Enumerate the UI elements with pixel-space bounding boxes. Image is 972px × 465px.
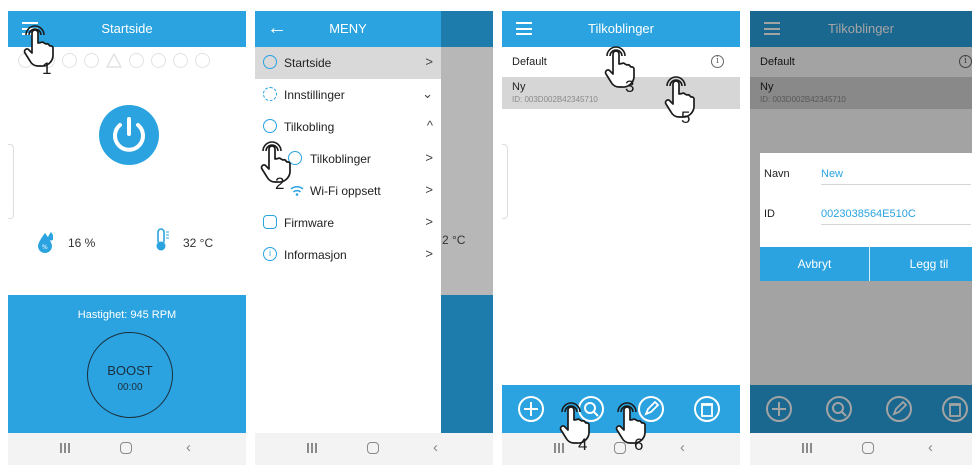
phone-menu: 2 °C ← MENY Startside > Innstillinger ⌄ … xyxy=(255,11,493,465)
chevron-up-icon: ^ xyxy=(426,118,433,133)
phone-home: Startside % 16 % 32 °C Hastighet: 945 RP… xyxy=(8,11,246,465)
recents-icon[interactable] xyxy=(307,443,319,454)
chevron-right-icon: > xyxy=(425,54,433,69)
step-number: 5 xyxy=(681,108,691,127)
status-filter-icon xyxy=(62,53,77,68)
cancel-button[interactable]: Avbryt xyxy=(760,257,869,271)
back-nav-icon[interactable]: ‹ xyxy=(433,439,438,456)
recents-icon[interactable] xyxy=(802,443,814,454)
page-title: Tilkoblinger xyxy=(588,21,654,36)
id-input[interactable]: 0023038564E510C xyxy=(821,208,971,225)
system-nav-bar: ‹ xyxy=(8,433,246,465)
dialog-actions: Avbryt Legg til xyxy=(760,247,972,281)
info-icon[interactable]: i xyxy=(711,55,724,68)
menu-item-startside[interactable]: Startside > xyxy=(255,47,441,79)
recents-icon[interactable] xyxy=(60,443,72,454)
status-warning-icon xyxy=(105,52,123,68)
home-icon xyxy=(263,55,277,69)
phone-add-dialog: Tilkoblinger Default i Ny ID: 003D002B42… xyxy=(750,11,972,465)
back-nav-icon[interactable]: ‹ xyxy=(928,439,933,456)
side-card xyxy=(502,144,508,219)
boost-button[interactable]: BOOST 00:00 xyxy=(87,332,173,418)
power-icon xyxy=(113,117,145,152)
name-label: Navn xyxy=(764,168,790,180)
menu-item-informasjon[interactable]: i Informasjon > xyxy=(255,239,441,271)
share-icon xyxy=(263,119,277,133)
connection-name: Default xyxy=(512,56,547,68)
system-nav-bar: ‹ xyxy=(750,433,972,465)
home-nav-icon[interactable] xyxy=(862,442,874,454)
tutorial-stage: Startside % 16 % 32 °C Hastighet: 945 RP… xyxy=(0,0,972,465)
step-number: 4 xyxy=(578,435,588,454)
phone-connections: Tilkoblinger Default i Ny ID: 003D002B42… xyxy=(502,11,740,465)
home-nav-icon[interactable] xyxy=(367,442,379,454)
chevron-right-icon: > xyxy=(425,246,433,261)
status-clock-icon xyxy=(129,53,144,68)
tap-gesture-icon xyxy=(23,25,54,67)
content-overlay: 2 °C xyxy=(441,11,493,433)
add-connection-dialog: Navn New ID 0023038564E510C Avbryt Legg … xyxy=(760,153,972,281)
menu-item-innstillinger[interactable]: Innstillinger ⌄ xyxy=(255,79,441,111)
connection-name: Ny xyxy=(512,81,526,93)
navigation-drawer: ← MENY Startside > Innstillinger ⌄ Tilko… xyxy=(255,11,441,433)
name-input[interactable]: New xyxy=(821,168,971,185)
chevron-right-icon: > xyxy=(425,182,433,197)
status-blocked-icon xyxy=(195,53,210,68)
fan-speed: Hastighet: 945 RPM xyxy=(77,309,177,321)
wifi-icon xyxy=(290,184,304,199)
trash-icon[interactable] xyxy=(694,396,720,422)
thermometer-icon xyxy=(154,228,170,257)
tap-gesture-icon xyxy=(559,402,590,444)
tap-gesture-icon xyxy=(604,46,635,88)
boost-label: BOOST xyxy=(107,363,153,378)
settings-icon xyxy=(263,87,277,101)
chevron-right-icon: > xyxy=(425,214,433,229)
step-number: 3 xyxy=(625,77,635,96)
add-icon[interactable] xyxy=(518,396,544,422)
humidity-value: 16 % xyxy=(68,236,96,250)
add-button[interactable]: Legg til xyxy=(870,257,972,271)
boost-timer: 00:00 xyxy=(117,382,143,393)
side-card xyxy=(8,144,14,219)
status-boost-icon xyxy=(173,53,188,68)
chevron-right-icon: > xyxy=(425,150,433,165)
status-person-icon xyxy=(151,53,166,68)
temperature-value: 32 °C xyxy=(183,236,214,250)
id-label: ID xyxy=(764,208,775,220)
back-nav-icon[interactable]: ‹ xyxy=(186,439,191,456)
overlay-temperature: 2 °C xyxy=(442,233,466,247)
step-number: 6 xyxy=(634,435,644,454)
svg-text:%: % xyxy=(42,244,48,251)
home-nav-icon[interactable] xyxy=(120,442,132,454)
step-number: 1 xyxy=(42,59,52,78)
status-timer-icon xyxy=(84,53,99,68)
back-nav-icon[interactable]: ‹ xyxy=(680,439,685,456)
tap-gesture-icon xyxy=(615,402,646,444)
fan-panel: Hastighet: 945 RPM BOOST 00:00 xyxy=(8,295,246,439)
system-nav-bar: ‹ xyxy=(255,433,493,465)
drawer-title: MENY xyxy=(329,21,367,36)
power-button[interactable] xyxy=(99,105,159,165)
chip-icon xyxy=(263,215,277,229)
chevron-down-icon: ⌄ xyxy=(422,86,433,101)
menu-item-firmware[interactable]: Firmware > xyxy=(255,207,441,239)
step-number: 2 xyxy=(275,174,285,193)
info-icon: i xyxy=(263,247,277,261)
humidity-icon: % xyxy=(37,231,54,258)
drawer-app-bar: ← MENY xyxy=(255,11,441,47)
